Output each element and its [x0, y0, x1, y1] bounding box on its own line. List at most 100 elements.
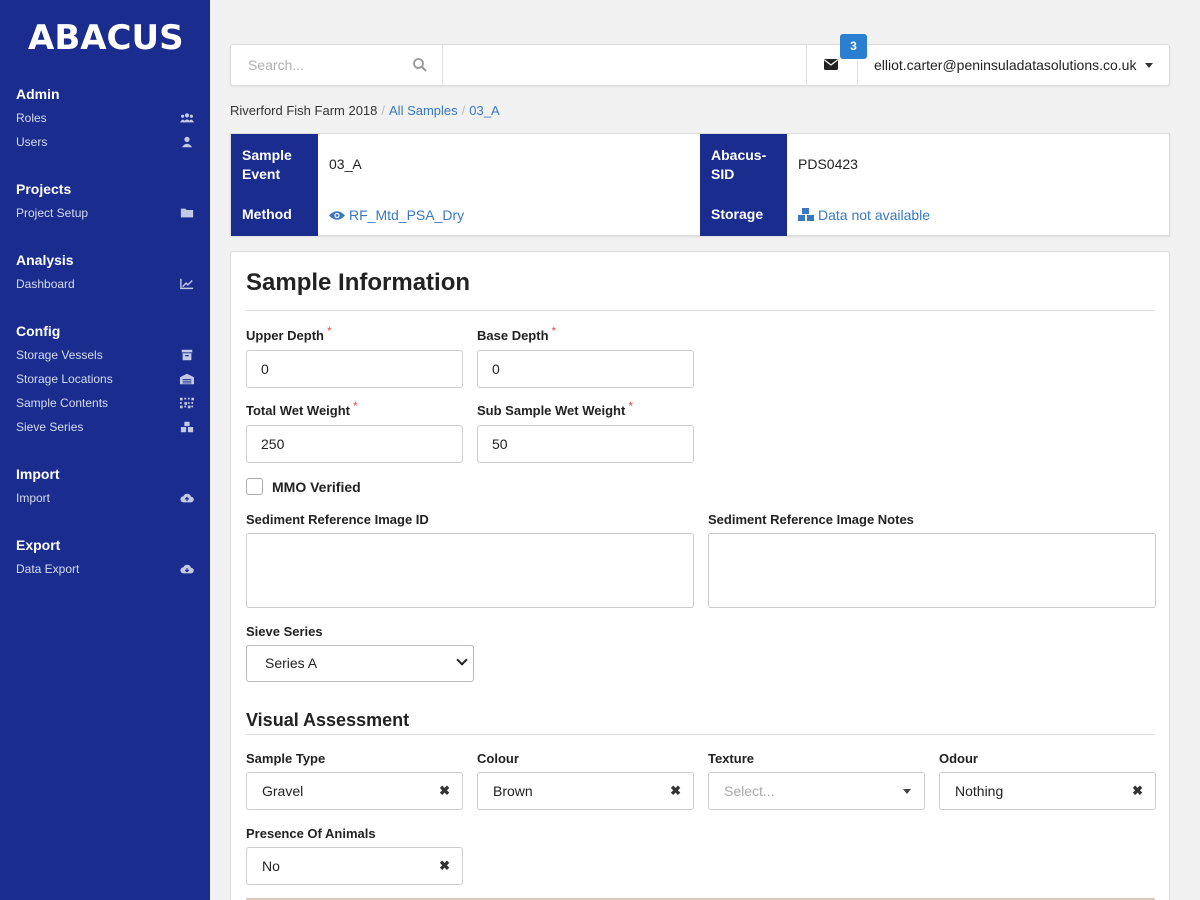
nav-heading-config: Config [16, 323, 61, 339]
upper-depth-label: Upper Depth * [246, 324, 332, 343]
caret-down-icon[interactable] [1145, 63, 1153, 68]
mmo-verified-label[interactable]: MMO Verified [272, 479, 361, 495]
nav-section-projects: Projects Project Setup [0, 179, 210, 225]
colour-value: Brown [493, 783, 533, 799]
odour-select[interactable]: Nothing ✖ [939, 772, 1156, 810]
required-marker: * [327, 324, 332, 338]
sidebar-item-label: Project Setup [16, 206, 89, 220]
clear-icon[interactable]: ✖ [439, 848, 450, 884]
breadcrumb: Riverford Fish Farm 2018/All Samples/03_… [230, 103, 500, 118]
abacus-sid-label: Abacus-SID [700, 134, 787, 192]
top-bar: 3 elliot.carter@peninsuladatasolutions.c… [230, 34, 1170, 86]
upper-depth-label-text: Upper Depth [246, 328, 324, 343]
nav-section-admin: Admin Roles Users [0, 84, 210, 154]
sidebar-item-label: Users [16, 135, 48, 149]
abacus-sid-value: PDS0423 [798, 156, 858, 172]
required-marker: * [551, 324, 557, 338]
abacus-logo[interactable]: ABACUS [28, 18, 184, 58]
chevron-down-icon [456, 654, 468, 666]
sidebar-item-dashboard[interactable]: Dashboard [0, 272, 210, 296]
sidebar: ABACUS Admin Roles Users Projects Projec… [0, 0, 210, 900]
sidebar-item-storage-locations[interactable]: Storage Locations [0, 367, 210, 391]
sample-type-label: Sample Type [246, 751, 326, 766]
sieve-series-select[interactable]: Series A [246, 645, 474, 682]
folder-icon [180, 208, 194, 218]
method-label: Method [231, 192, 318, 236]
sed-ref-image-notes-label: Sediment Reference Image Notes [708, 512, 914, 527]
texture-label: Texture [708, 751, 754, 766]
texture-select[interactable]: Select... [708, 772, 925, 810]
breadcrumb-current[interactable]: 03_A [469, 103, 499, 118]
user-menu[interactable]: elliot.carter@peninsuladatasolutions.co.… [874, 45, 1136, 85]
clear-icon[interactable]: ✖ [439, 773, 450, 809]
breadcrumb-separator: / [381, 103, 386, 118]
users-group-icon [180, 113, 194, 123]
sidebar-item-label: Sample Contents [16, 396, 109, 410]
upper-depth-input[interactable] [246, 350, 463, 388]
sed-ref-image-id-textarea[interactable] [246, 533, 694, 608]
storage-value[interactable]: Data not available [818, 207, 930, 223]
clear-icon[interactable]: ✖ [1132, 773, 1143, 809]
sidebar-item-project-setup[interactable]: Project Setup [0, 201, 210, 225]
sub-sample-wet-weight-label-text: Sub Sample Wet Weight [477, 403, 626, 418]
nav-heading-import: Import [16, 466, 60, 482]
nav-section-config: Config Storage Vessels Storage Locations… [0, 321, 210, 439]
nav-section-analysis: Analysis Dashboard [0, 250, 210, 296]
sidebar-item-label: Dashboard [16, 277, 75, 291]
presence-of-animals-value: No [262, 858, 280, 874]
odour-value: Nothing [955, 783, 1004, 799]
user-icon [181, 136, 193, 148]
nav-heading-analysis: Analysis [16, 252, 74, 268]
search-icon[interactable] [412, 57, 428, 73]
clear-icon[interactable]: ✖ [670, 773, 681, 809]
search-box [231, 45, 443, 85]
eye-icon [329, 211, 345, 220]
sample-info-card: Sample Event Method 03_A RF_Mtd_PSA_Dry … [230, 133, 1170, 236]
total-wet-weight-label: Total Wet Weight * [246, 399, 358, 418]
sidebar-item-sieve-series[interactable]: Sieve Series [0, 415, 210, 439]
mmo-verified-checkbox[interactable] [246, 478, 263, 495]
method-value[interactable]: RF_Mtd_PSA_Dry [349, 207, 464, 223]
odour-label: Odour [939, 751, 978, 766]
base-depth-input[interactable] [477, 350, 694, 388]
line-chart-icon [180, 278, 194, 290]
boxes-icon [180, 421, 194, 433]
required-marker: * [628, 399, 633, 413]
message-count-badge[interactable]: 3 [840, 34, 867, 59]
breadcrumb-all-samples[interactable]: All Samples [389, 103, 458, 118]
sidebar-item-label: Data Export [16, 562, 80, 576]
texture-placeholder: Select... [724, 783, 775, 799]
search-input[interactable] [231, 45, 401, 85]
total-wet-weight-label-text: Total Wet Weight [246, 403, 350, 418]
boxes-icon [798, 208, 814, 221]
sample-type-select[interactable]: Gravel ✖ [246, 772, 463, 810]
storage-link[interactable]: Data not available [798, 207, 930, 223]
caret-down-icon [903, 789, 911, 794]
colour-select[interactable]: Brown ✖ [477, 772, 694, 810]
sidebar-item-roles[interactable]: Roles [0, 106, 210, 130]
sed-ref-image-id-label: Sediment Reference Image ID [246, 512, 429, 527]
sidebar-item-sample-contents[interactable]: Sample Contents [0, 391, 210, 415]
breadcrumb-separator: / [461, 103, 466, 118]
cloud-download-icon [180, 564, 194, 574]
breadcrumb-project[interactable]: Riverford Fish Farm 2018 [230, 103, 377, 118]
sidebar-item-data-export[interactable]: Data Export [0, 557, 210, 581]
colour-label: Colour [477, 751, 519, 766]
divider [246, 734, 1155, 735]
sieve-series-value: Series A [265, 655, 318, 671]
sidebar-item-users[interactable]: Users [0, 130, 210, 154]
sidebar-item-import[interactable]: Import [0, 486, 210, 510]
sed-ref-image-notes-textarea[interactable] [708, 533, 1156, 608]
divider [246, 310, 1155, 311]
storage-label: Storage [700, 192, 787, 236]
nav-heading-projects: Projects [16, 181, 72, 197]
method-link[interactable]: RF_Mtd_PSA_Dry [329, 207, 464, 223]
sub-sample-wet-weight-input[interactable] [477, 425, 694, 463]
total-wet-weight-input[interactable] [246, 425, 463, 463]
archive-icon [181, 349, 193, 361]
presence-of-animals-select[interactable]: No ✖ [246, 847, 463, 885]
sidebar-item-storage-vessels[interactable]: Storage Vessels [0, 343, 210, 367]
nav-section-export: Export Data Export [0, 535, 210, 581]
sub-sample-wet-weight-label: Sub Sample Wet Weight * [477, 399, 633, 418]
sieve-series-label: Sieve Series [246, 624, 323, 639]
